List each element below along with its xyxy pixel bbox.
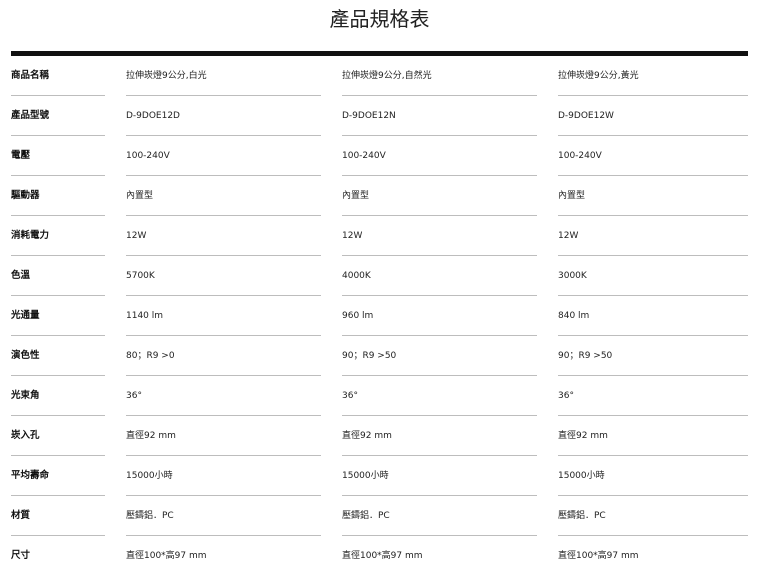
- row-value-model-3: 壓鑄鋁．PC: [558, 511, 606, 521]
- row-value-model-1: 15000小時: [126, 471, 173, 481]
- table-row: 驅動器 內置型 內置型 內置型: [11, 176, 748, 216]
- row-value-model-3: 直徑92 mm: [558, 431, 608, 441]
- table-row: 尺寸 直徑100*高97 mm 直徑100*高97 mm 直徑100*高97 m…: [11, 536, 748, 576]
- row-label: 光束角: [11, 390, 40, 401]
- row-label: 材質: [11, 510, 31, 521]
- row-value-model-3: 直徑100*高97 mm: [558, 551, 639, 561]
- row-value-model-1: 1140 lm: [126, 311, 164, 321]
- row-value-model-2: 960 lm: [342, 311, 374, 321]
- table-row: 演色性 80；R9 >0 90；R9 >50 90；R9 >50: [11, 336, 748, 376]
- table-row: 崁入孔 直徑92 mm 直徑92 mm 直徑92 mm: [11, 416, 748, 456]
- row-value-model-3: D-9DOE12W: [558, 111, 614, 121]
- row-value-model-1: 12W: [126, 231, 147, 241]
- row-label: 崁入孔: [11, 430, 40, 441]
- row-label: 光通量: [11, 310, 40, 321]
- table-row: 產品型號 D-9DOE12D D-9DOE12N D-9DOE12W: [11, 96, 748, 136]
- row-value-model-1: 80；R9 >0: [126, 351, 175, 361]
- table-row: 光通量 1140 lm 960 lm 840 lm: [11, 296, 748, 336]
- row-label: 色溫: [11, 270, 31, 281]
- row-label: 商品名稱: [11, 70, 50, 81]
- row-value-model-2: D-9DOE12N: [342, 111, 396, 121]
- row-value-model-2: 15000小時: [342, 471, 389, 481]
- row-value-model-2: 90；R9 >50: [342, 351, 397, 361]
- row-label: 產品型號: [11, 110, 50, 121]
- table-row: 光束角 36° 36° 36°: [11, 376, 748, 416]
- row-value-model-3: 100-240V: [558, 151, 602, 161]
- row-value-model-2: 壓鑄鋁．PC: [342, 511, 390, 521]
- row-value-model-2: 直徑100*高97 mm: [342, 551, 423, 561]
- row-label: 驅動器: [11, 190, 40, 201]
- row-value-model-3: 3000K: [558, 271, 587, 281]
- row-value-model-1: 內置型: [126, 191, 154, 201]
- row-value-model-2: 100-240V: [342, 151, 386, 161]
- row-value-model-2: 36°: [342, 391, 358, 401]
- row-value-model-3: 840 lm: [558, 311, 590, 321]
- row-value-model-1: D-9DOE12D: [126, 111, 180, 121]
- table-row: 消耗電力 12W 12W 12W: [11, 216, 748, 256]
- row-value-model-1: 36°: [126, 391, 142, 401]
- row-value-model-3: 內置型: [558, 191, 586, 201]
- row-value-model-2: 拉伸崁燈9公分,自然光: [342, 71, 432, 81]
- row-value-model-2: 12W: [342, 231, 363, 241]
- table-row: 色溫 5700K 4000K 3000K: [11, 256, 748, 296]
- row-value-model-1: 拉伸崁燈9公分,白光: [126, 71, 207, 81]
- row-label: 演色性: [11, 350, 40, 361]
- row-value-model-2: 直徑92 mm: [342, 431, 392, 441]
- row-value-model-3: 36°: [558, 391, 574, 401]
- table-row: 商品名稱 拉伸崁燈9公分,白光 拉伸崁燈9公分,自然光 拉伸崁燈9公分,黃光: [11, 56, 748, 96]
- row-value-model-2: 內置型: [342, 191, 370, 201]
- row-value-model-1: 直徑100*高97 mm: [126, 551, 207, 561]
- row-label: 消耗電力: [11, 230, 50, 241]
- row-value-model-2: 4000K: [342, 271, 371, 281]
- row-value-model-1: 壓鑄鋁．PC: [126, 511, 174, 521]
- table-row: 材質 壓鑄鋁．PC 壓鑄鋁．PC 壓鑄鋁．PC: [11, 496, 748, 536]
- row-value-model-1: 直徑92 mm: [126, 431, 176, 441]
- page-title: 產品規格表: [329, 7, 430, 31]
- table-row: 平均壽命 15000小時 15000小時 15000小時: [11, 456, 748, 496]
- row-value-model-3: 90；R9 >50: [558, 351, 613, 361]
- row-label: 電壓: [11, 150, 31, 161]
- row-value-model-3: 拉伸崁燈9公分,黃光: [558, 71, 639, 81]
- row-value-model-1: 5700K: [126, 271, 155, 281]
- spec-table: 商品名稱 拉伸崁燈9公分,白光 拉伸崁燈9公分,自然光 拉伸崁燈9公分,黃光 產…: [11, 56, 748, 576]
- row-value-model-3: 12W: [558, 231, 579, 241]
- row-value-model-3: 15000小時: [558, 471, 605, 481]
- row-label: 尺寸: [11, 550, 31, 561]
- row-value-model-1: 100-240V: [126, 151, 170, 161]
- row-label: 平均壽命: [11, 470, 50, 481]
- table-row: 電壓 100-240V 100-240V 100-240V: [11, 136, 748, 176]
